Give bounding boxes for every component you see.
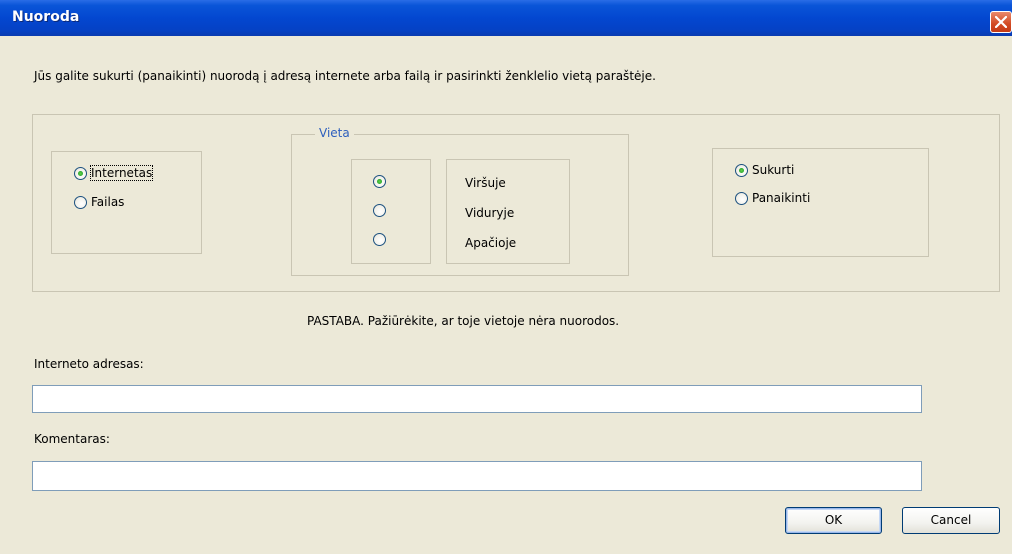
target-internet-radio[interactable]: [74, 167, 87, 180]
position-radio-box: [351, 159, 431, 264]
position-group-legend: Vieta: [315, 126, 354, 140]
note-text: PASTABA. Pažiūrėkite, ar toje vietoje nė…: [307, 314, 620, 328]
url-input[interactable]: [32, 385, 922, 413]
action-create-radio[interactable]: [735, 164, 748, 177]
description-text: Jūs galite sukurti (panaikinti) nuorodą …: [34, 69, 656, 83]
window-title: Nuoroda: [12, 9, 80, 25]
action-remove-radio[interactable]: [735, 192, 748, 205]
url-label: Interneto adresas:: [34, 357, 144, 371]
dialog-window: Nuoroda Jūs galite sukurti (panaikinti) …: [0, 0, 1012, 554]
position-top-radio[interactable]: [373, 175, 386, 188]
close-icon: [995, 16, 1007, 28]
comment-label: Komentaras:: [34, 432, 110, 446]
target-file-label[interactable]: Failas: [91, 195, 124, 209]
target-file-radio[interactable]: [74, 196, 87, 209]
position-top-label: Viršuje: [465, 176, 506, 190]
target-internet-label[interactable]: Internetas: [89, 165, 154, 181]
position-middle-radio[interactable]: [373, 204, 386, 217]
cancel-button[interactable]: Cancel: [902, 507, 1000, 534]
comment-input[interactable]: [32, 461, 922, 491]
action-remove-label[interactable]: Panaikinti: [752, 191, 810, 205]
position-middle-label: Viduryje: [465, 206, 515, 220]
close-button[interactable]: [990, 11, 1012, 33]
title-bar[interactable]: Nuoroda: [0, 0, 1012, 36]
action-create-label[interactable]: Sukurti: [752, 163, 794, 177]
ok-button[interactable]: OK: [785, 507, 882, 534]
position-bottom-radio[interactable]: [373, 233, 386, 246]
position-bottom-label: Apačioje: [465, 236, 517, 250]
